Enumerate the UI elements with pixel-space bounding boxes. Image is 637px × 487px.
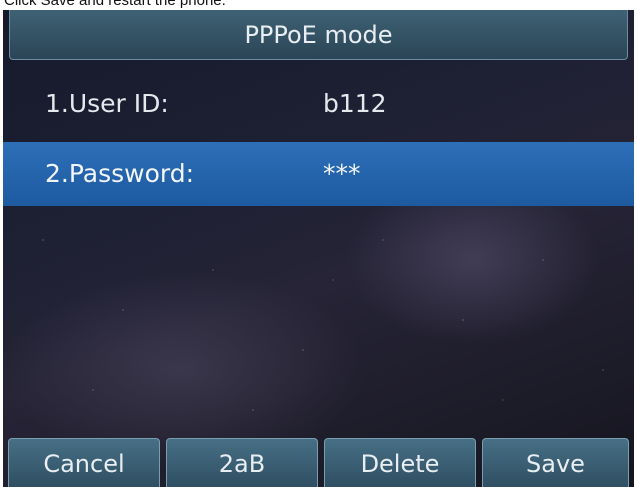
softkey-bar: Cancel 2aB Delete Save xyxy=(3,438,634,487)
password-label: 2.Password: xyxy=(45,159,195,188)
password-value: *** xyxy=(323,159,361,188)
setting-row-user-id[interactable]: 1.User ID: b112 xyxy=(3,72,634,136)
screen-title: PPPoE mode xyxy=(9,10,628,60)
phone-screen: PPPoE mode 1.User ID: b112 2.Password: *… xyxy=(3,10,634,487)
user-id-value: b112 xyxy=(323,89,387,118)
save-softkey[interactable]: Save xyxy=(482,438,629,487)
delete-softkey[interactable]: Delete xyxy=(324,438,476,487)
instruction-caption: Click Save and restart the phone. xyxy=(4,0,226,9)
input-mode-softkey[interactable]: 2aB xyxy=(166,438,318,487)
user-id-label: 1.User ID: xyxy=(45,89,169,118)
setting-row-password[interactable]: 2.Password: *** xyxy=(3,142,634,206)
cancel-softkey[interactable]: Cancel xyxy=(8,438,160,487)
